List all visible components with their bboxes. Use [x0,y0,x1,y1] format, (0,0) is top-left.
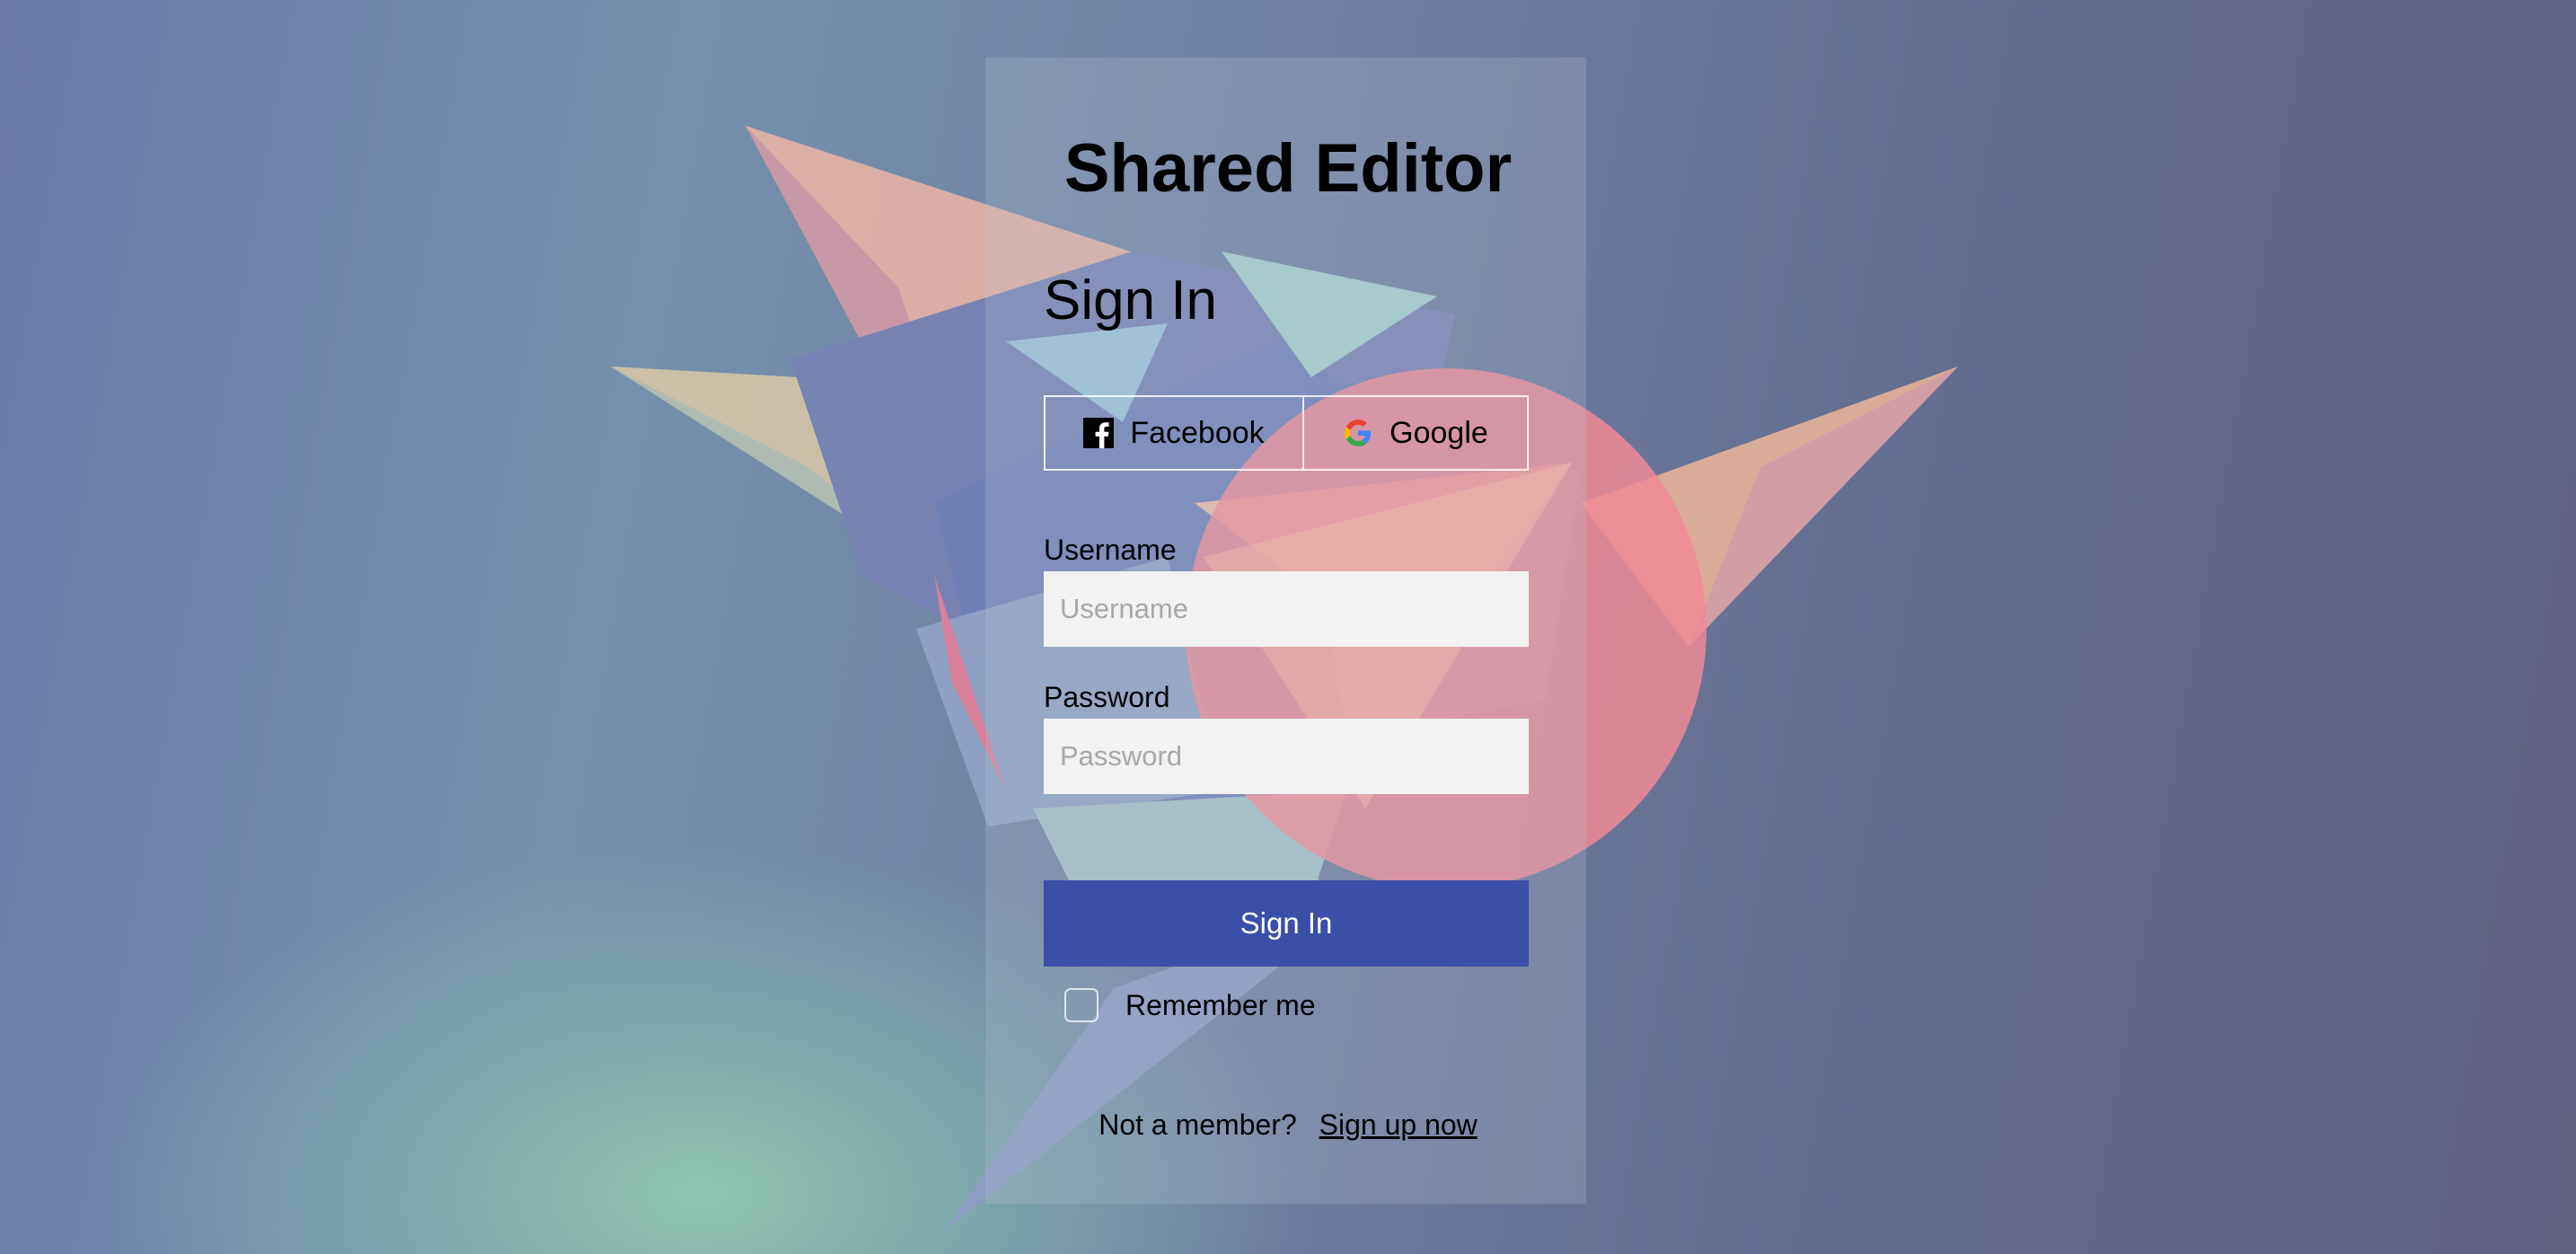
remember-me-checkbox[interactable] [1064,988,1098,1022]
signup-prompt-row: Not a member? Sign up now [0,1108,2576,1142]
password-input[interactable] [1044,719,1529,794]
remember-me-row: Remember me [1064,988,1316,1022]
sign-up-link[interactable]: Sign up now [1319,1108,1478,1141]
sign-in-button[interactable]: Sign In [1044,880,1529,967]
social-login-row: Facebook Google [1044,395,1529,471]
sign-in-heading: Sign In [1044,269,1218,331]
signup-prompt-text: Not a member? [1098,1108,1297,1141]
google-icon [1345,419,1372,446]
google-login-button[interactable]: Google [1304,395,1529,471]
username-label: Username [1044,534,1177,566]
facebook-label: Facebook [1130,415,1265,450]
password-label: Password [1044,681,1170,713]
facebook-icon [1083,418,1115,448]
remember-me-label: Remember me [1125,988,1316,1021]
username-input[interactable] [1044,571,1529,647]
facebook-login-button[interactable]: Facebook [1044,395,1304,471]
app-title: Shared Editor [1063,130,1513,207]
google-label: Google [1389,415,1488,450]
